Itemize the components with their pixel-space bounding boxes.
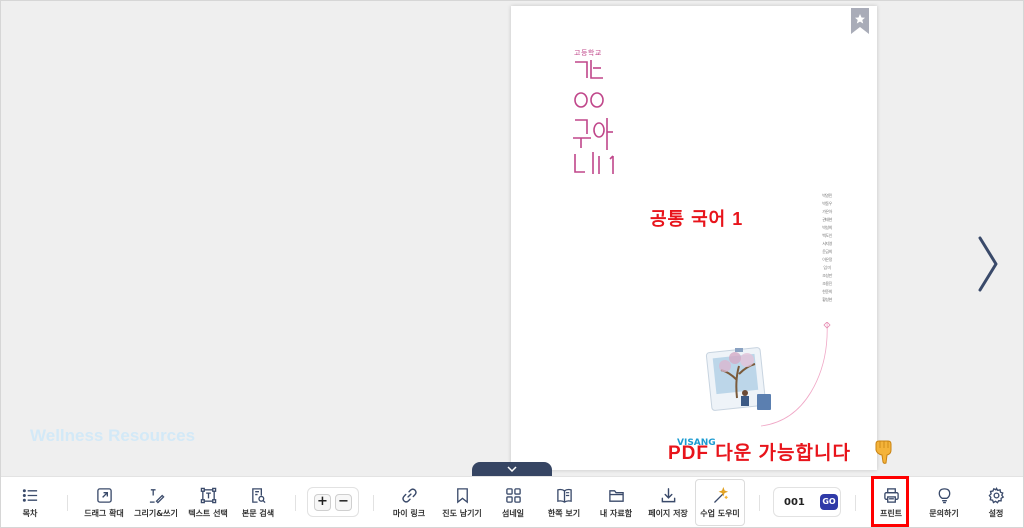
page-number-input[interactable] [784,496,812,508]
text-select-label: 텍스트 선택 [188,508,228,518]
save-page-label: 페이지 저장 [648,508,688,518]
bookmark-icon [456,487,468,503]
thumbnail-button[interactable]: 섬네일 [495,477,531,528]
page-navigator: GO [773,487,841,517]
bottom-toolbar: 목차 드래그 확대 그리기&쓰기 텍스트 선택 본문 검색 + − 마이 링크 … [1,476,1023,527]
inquiry-label: 문의하기 [929,508,959,518]
single-view-label: 한쪽 보기 [547,508,581,518]
divider [373,495,374,511]
drag-zoom-button[interactable]: 드래그 확대 [81,477,127,528]
settings-label: 설정 [988,508,1004,518]
expand-icon [96,487,112,503]
pdf-caption: PDF 다운 가능합니다 [668,443,851,464]
progress-bookmark-button[interactable]: 진도 남기기 [437,477,487,528]
pen-icon [149,488,165,504]
settings-button[interactable]: 설정 [979,477,1013,528]
draw-write-label: 그리기&쓰기 [134,508,178,518]
author-name: 박동우 [822,201,832,206]
drag-zoom-label: 드래그 확대 [84,508,124,518]
bookmark-ribbon-icon[interactable] [851,8,869,34]
text-search-label: 본문 검색 [241,508,275,518]
zoom-in-button[interactable]: + [314,493,331,511]
author-list: 박영민 박동우 가은아 권태현 박성희 백도인 서지영 윤금희 이은정 임 미 … [819,192,835,304]
toc-label: 목차 [22,508,38,518]
print-button[interactable]: 프린트 [873,477,909,528]
watermark-text: Wellness Resources [30,426,196,445]
class-helper-button[interactable]: 수업 도우미 [695,479,745,526]
save-page-button[interactable]: 페이지 저장 [645,477,691,528]
author-name: 한준희 [822,289,832,294]
cover-illustration [705,322,831,427]
author-name: 조용진 [822,281,832,286]
author-name: 임 미 [823,265,831,270]
draw-write-button[interactable]: 그리기&쓰기 [131,477,181,528]
toolbar-collapse-tab[interactable] [472,462,552,476]
text-box-icon [200,487,216,503]
list-icon [22,488,37,502]
chevron-down-icon [507,466,517,472]
divider [295,495,296,511]
author-name: 조성만 [822,273,832,278]
divider [759,495,760,511]
my-link-label: 마이 링크 [392,508,426,518]
progress-bookmark-label: 진도 남기기 [442,508,482,518]
single-view-button[interactable]: 한쪽 보기 [543,477,585,528]
author-name: 백도인 [822,233,832,238]
title-caption: 공통 국어 1 [650,209,744,229]
toc-button[interactable]: 목차 [11,477,49,528]
link-icon [401,487,417,503]
author-name: 윤금희 [822,249,832,254]
gear-icon [988,486,1004,504]
class-helper-label: 수업 도우미 [700,508,740,518]
my-library-label: 내 자료함 [599,508,633,518]
zoom-out-button[interactable]: − [335,493,352,511]
divider [855,495,856,511]
author-name: 가은아 [822,209,832,214]
go-button[interactable]: GO [820,494,838,510]
author-name: 권태현 [822,217,832,222]
thumbnail-label: 섬네일 [501,508,525,518]
author-name: 서지영 [822,241,832,246]
author-name: 황성현 [822,297,832,302]
book-icon [556,488,572,503]
author-name: 박영민 [822,193,832,198]
my-library-button[interactable]: 내 자료함 [595,477,637,528]
lightbulb-icon [938,487,950,503]
zoom-controls: + − [307,487,359,517]
cover-title-graphic [573,60,614,174]
divider [67,495,68,511]
author-name: 박성희 [822,225,832,230]
magic-wand-icon [713,486,728,503]
book-cover-page[interactable]: 고등학교 박영민 박동우 가은아 권태현 박성희 백도인 서지영 윤금희 이은정… [511,6,877,470]
document-search-icon [251,487,266,503]
my-link-button[interactable]: 마이 링크 [387,477,431,528]
text-search-button[interactable]: 본문 검색 [235,477,281,528]
folder-icon [608,489,624,502]
inquiry-button[interactable]: 문의하기 [923,477,965,528]
print-label: 프린트 [879,508,903,518]
download-icon [661,487,675,502]
printer-icon [883,487,899,503]
grid-icon [505,487,521,503]
author-name: 이은정 [822,257,832,262]
pointing-hand-icon [875,440,892,464]
chevron-right-icon[interactable] [972,232,1002,296]
text-select-button[interactable]: 텍스트 선택 [185,477,231,528]
